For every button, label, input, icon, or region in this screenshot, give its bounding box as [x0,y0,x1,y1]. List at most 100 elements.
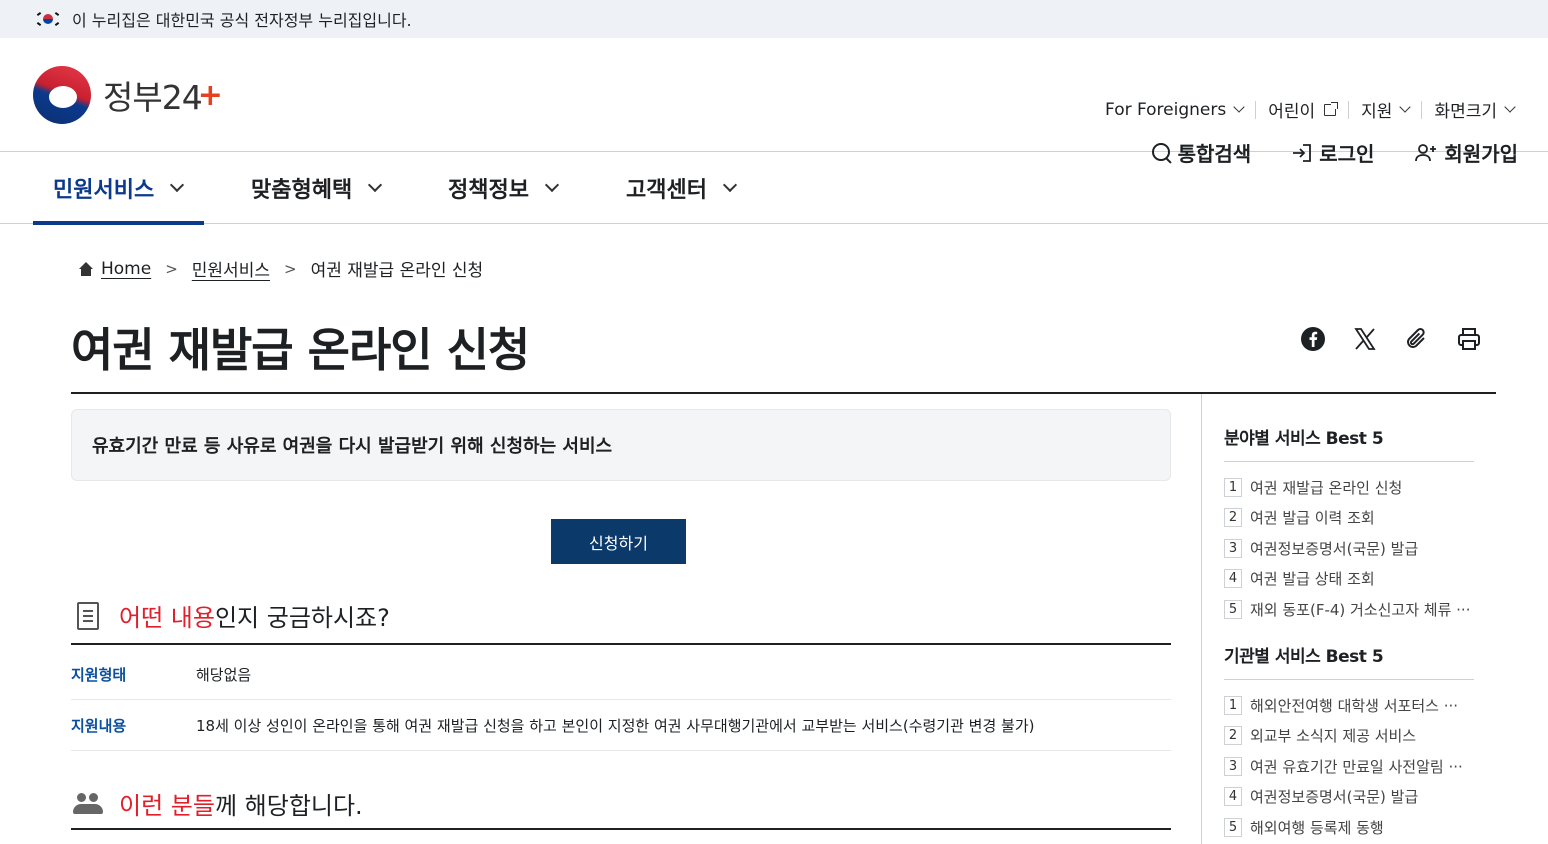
info-key: 지원내용 [71,717,127,735]
chevron-down-icon [1504,101,1516,113]
chevron-down-icon [544,177,560,193]
link-icon[interactable] [1404,326,1430,352]
section-what-content: 어떤 내용 인지 궁금하시죠? [71,598,1171,633]
sidebar-divider [1201,394,1202,844]
section-what-rest: 인지 궁금하시죠? [214,604,390,632]
info-value: 해당없음 [196,666,252,684]
list-item[interactable]: 1 해외안전여행 대학생 서포터스 ··· [1224,690,1474,721]
list-item[interactable]: 4 여권 발급 상태 조회 [1224,564,1474,595]
apply-button[interactable]: 신청하기 [551,519,686,564]
chevron-down-icon [368,177,383,193]
rank-number: 5 [1224,817,1242,837]
logo-plus-icon: + [197,77,223,113]
main-nav: 민원서비스 맞춤형혜택 정책정보 고객센터 [0,152,1548,225]
breadcrumb-home[interactable]: Home [101,259,151,279]
list-item[interactable]: 3 여권 유효기간 만료일 사전알림 ··· [1224,751,1474,782]
x-icon[interactable] [1352,326,1378,352]
rank-number: 1 [1224,477,1242,497]
util-for-foreigners-label: For Foreigners [1105,99,1227,120]
info-row-support-type: 지원형태 해당없음 [71,650,1171,700]
section-divider [71,828,1171,830]
facebook-icon[interactable] [1300,326,1326,352]
site-logo[interactable]: 정부24 + [33,66,223,124]
breadcrumb-current: 여권 재발급 온라인 신청 [310,261,484,281]
nav-custom-benefits[interactable]: 맞춤형혜택 [251,152,383,224]
title-divider [71,392,1496,394]
field-best5-title: 분야별 서비스 Best 5 [1224,424,1474,462]
info-value: 18세 이상 성인이 온라인을 통해 여권 재발급 신청을 하고 본인이 지정한… [196,717,1035,735]
list-item-label: 여권정보증명서(국문) 발급 [1250,788,1419,807]
rank-number: 4 [1224,787,1242,807]
page-title: 여권 재발급 온라인 신청 [71,323,530,377]
util-for-foreigners[interactable]: For Foreigners [1093,100,1255,120]
field-best5-list: 1 여권 재발급 온라인 신청 2 여권 발급 이력 조회 3 여권정보증명서(국문)… [1224,472,1474,625]
agency-best5: 기관별 서비스 Best 5 1 해외안전여행 대학생 서포터스 ··· 2 외교부… [1224,642,1474,843]
nav-customer-center-label: 고객센터 [626,178,707,203]
list-item[interactable]: 4 여권정보증명서(국문) 발급 [1224,782,1474,813]
breadcrumb-civil-service[interactable]: 민원서비스 [192,256,270,281]
list-item-label: 재외 동포(F-4) 거소신고자 체류 ··· [1250,600,1471,619]
home-icon [78,261,94,276]
list-item[interactable]: 5 재외 동포(F-4) 거소신고자 체류 ··· [1224,594,1474,625]
taegeuk-logo-icon [33,66,91,124]
print-icon[interactable] [1456,326,1482,352]
list-item-label: 여권 발급 이력 조회 [1250,509,1375,528]
util-screen-size-label: 화면크기 [1434,102,1497,122]
section-eligibility-rest: 께 해당합니다. [214,792,363,820]
list-item-label: 여권 유효기간 만료일 사전알림 ··· [1250,757,1463,776]
rank-number: 2 [1224,508,1242,528]
list-item-label: 해외여행 등록제 동행 [1250,818,1384,837]
list-item[interactable]: 2 여권 발급 이력 조회 [1224,503,1474,534]
nav-customer-center[interactable]: 고객센터 [626,152,738,224]
field-best5: 분야별 서비스 Best 5 1 여권 재발급 온라인 신청 2 여권 발급 이력 … [1224,424,1474,625]
section-divider [71,643,1171,645]
list-item-label: 여권 발급 상태 조회 [1250,570,1375,589]
agency-best5-title: 기관별 서비스 Best 5 [1224,642,1474,680]
info-row-support-content: 지원내용 18세 이상 성인이 온라인을 통해 여권 재발급 신청을 하고 본인… [71,701,1171,751]
breadcrumb: Home > 민원서비스 > 여권 재발급 온라인 신청 [78,256,483,281]
nav-civil-service-label: 민원서비스 [53,178,155,203]
external-link-icon [1324,101,1339,116]
list-item-label: 여권정보증명서(국문) 발급 [1250,539,1419,558]
rank-number: 5 [1224,599,1242,619]
list-item-label: 외교부 소식지 제공 서비스 [1250,727,1417,746]
chevron-down-icon [722,177,738,193]
nav-policy-info[interactable]: 정책정보 [448,152,560,224]
list-item[interactable]: 5 해외여행 등록제 동행 [1224,812,1474,843]
nav-civil-service[interactable]: 민원서비스 [32,152,205,225]
service-summary-text: 유효기간 만료 등 사유로 여권을 다시 발급받기 위해 신청하는 서비스 [92,436,613,457]
nav-policy-info-label: 정책정보 [448,178,529,203]
chevron-right-icon: > [165,259,178,278]
chevron-down-icon [1399,101,1412,113]
service-summary: 유효기간 만료 등 사유로 여권을 다시 발급받기 위해 신청하는 서비스 [71,409,1171,481]
chevron-right-icon: > [283,259,297,278]
document-icon [77,601,99,630]
site-header: 정부24 + For Foreigners 어린이 지원 화면크기 통합검색 로… [0,38,1548,166]
section-eligibility-highlight: 이런 분들 [119,792,215,820]
gov-banner-text[interactable]: 이 누리집은 대한민국 공식 전자정부 누리집입니다. [72,7,412,31]
rank-number: 2 [1224,726,1242,746]
share-tools [1300,326,1482,352]
util-screen-size[interactable]: 화면크기 [1422,97,1526,122]
rank-number: 4 [1224,569,1242,589]
rank-number: 1 [1224,695,1242,715]
nav-custom-benefits-label: 맞춤형혜택 [251,178,353,203]
util-support[interactable]: 지원 [1349,97,1421,122]
people-icon [73,792,103,815]
info-key: 지원형태 [71,666,127,684]
chevron-down-icon [170,177,185,193]
util-kids[interactable]: 어린이 [1256,97,1348,122]
korea-flag-icon [36,11,60,27]
list-item[interactable]: 3 여권정보증명서(국문) 발급 [1224,533,1474,564]
util-kids-label: 어린이 [1268,102,1316,122]
list-item-label: 해외안전여행 대학생 서포터스 ··· [1250,696,1459,715]
list-item[interactable]: 2 외교부 소식지 제공 서비스 [1224,721,1474,752]
list-item-label: 여권 재발급 온라인 신청 [1250,478,1403,497]
logo-text: 정부24 [103,78,203,117]
list-item[interactable]: 1 여권 재발급 온라인 신청 [1224,472,1474,503]
section-eligibility: 이런 분들 께 해당합니다. [71,786,1171,821]
rank-number: 3 [1224,756,1242,776]
agency-best5-list: 1 해외안전여행 대학생 서포터스 ··· 2 외교부 소식지 제공 서비스 3 여권… [1224,690,1474,843]
chevron-down-icon [1233,101,1245,113]
gov-banner: 이 누리집은 대한민국 공식 전자정부 누리집입니다. [0,0,1548,38]
